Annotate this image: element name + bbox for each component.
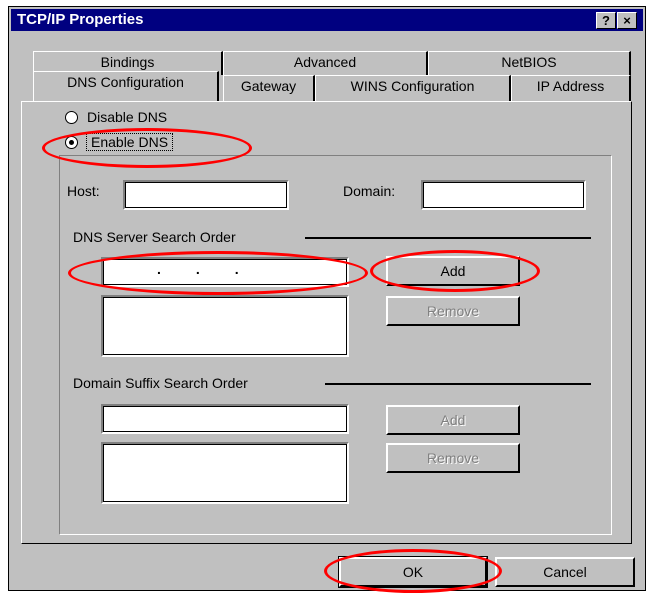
- tab-gateway[interactable]: Gateway: [223, 75, 315, 101]
- dns-server-order-divider: [305, 237, 591, 239]
- disable-dns-radio[interactable]: [65, 111, 78, 124]
- domain-suffix-add-button[interactable]: Add: [386, 405, 520, 435]
- dns-server-add-button[interactable]: Add: [386, 256, 520, 286]
- ip-address-dots: . . .: [157, 261, 239, 277]
- enable-dns-radio[interactable]: [65, 136, 78, 149]
- dns-server-order-title: DNS Server Search Order: [73, 229, 240, 245]
- domain-suffix-order-title: Domain Suffix Search Order: [73, 375, 252, 391]
- title-bar: TCP/IP Properties ? ×: [11, 9, 643, 31]
- domain-suffix-remove-button[interactable]: Remove: [386, 443, 520, 473]
- ok-button[interactable]: OK: [338, 556, 488, 588]
- tab-netbios[interactable]: NetBIOS: [428, 51, 631, 75]
- dns-server-ip-input[interactable]: . . .: [101, 257, 349, 287]
- domain-suffix-order-divider: [325, 383, 591, 385]
- tab-wins-configuration[interactable]: WINS Configuration: [315, 75, 511, 101]
- cancel-button[interactable]: Cancel: [495, 557, 635, 587]
- window-title: TCP/IP Properties: [17, 11, 144, 28]
- domain-suffix-list[interactable]: [101, 442, 349, 504]
- domain-suffix-input[interactable]: [101, 404, 349, 434]
- domain-input[interactable]: [421, 180, 586, 210]
- host-label: Host:: [67, 183, 100, 199]
- dns-server-remove-button[interactable]: Remove: [386, 296, 520, 326]
- host-input[interactable]: [123, 180, 289, 210]
- tab-ip-address[interactable]: IP Address: [511, 75, 631, 101]
- enable-dns-label: Enable DNS: [85, 133, 174, 151]
- tcpip-properties-dialog: TCP/IP Properties ? × Bindings Advanced …: [8, 6, 646, 591]
- close-button[interactable]: ×: [617, 12, 637, 29]
- disable-dns-label: Disable DNS: [87, 109, 168, 125]
- domain-label: Domain:: [343, 183, 396, 199]
- help-button[interactable]: ?: [596, 12, 616, 29]
- tab-dns-configuration[interactable]: DNS Configuration: [33, 71, 219, 101]
- tab-advanced[interactable]: Advanced: [223, 51, 428, 75]
- dns-server-list[interactable]: [101, 295, 349, 357]
